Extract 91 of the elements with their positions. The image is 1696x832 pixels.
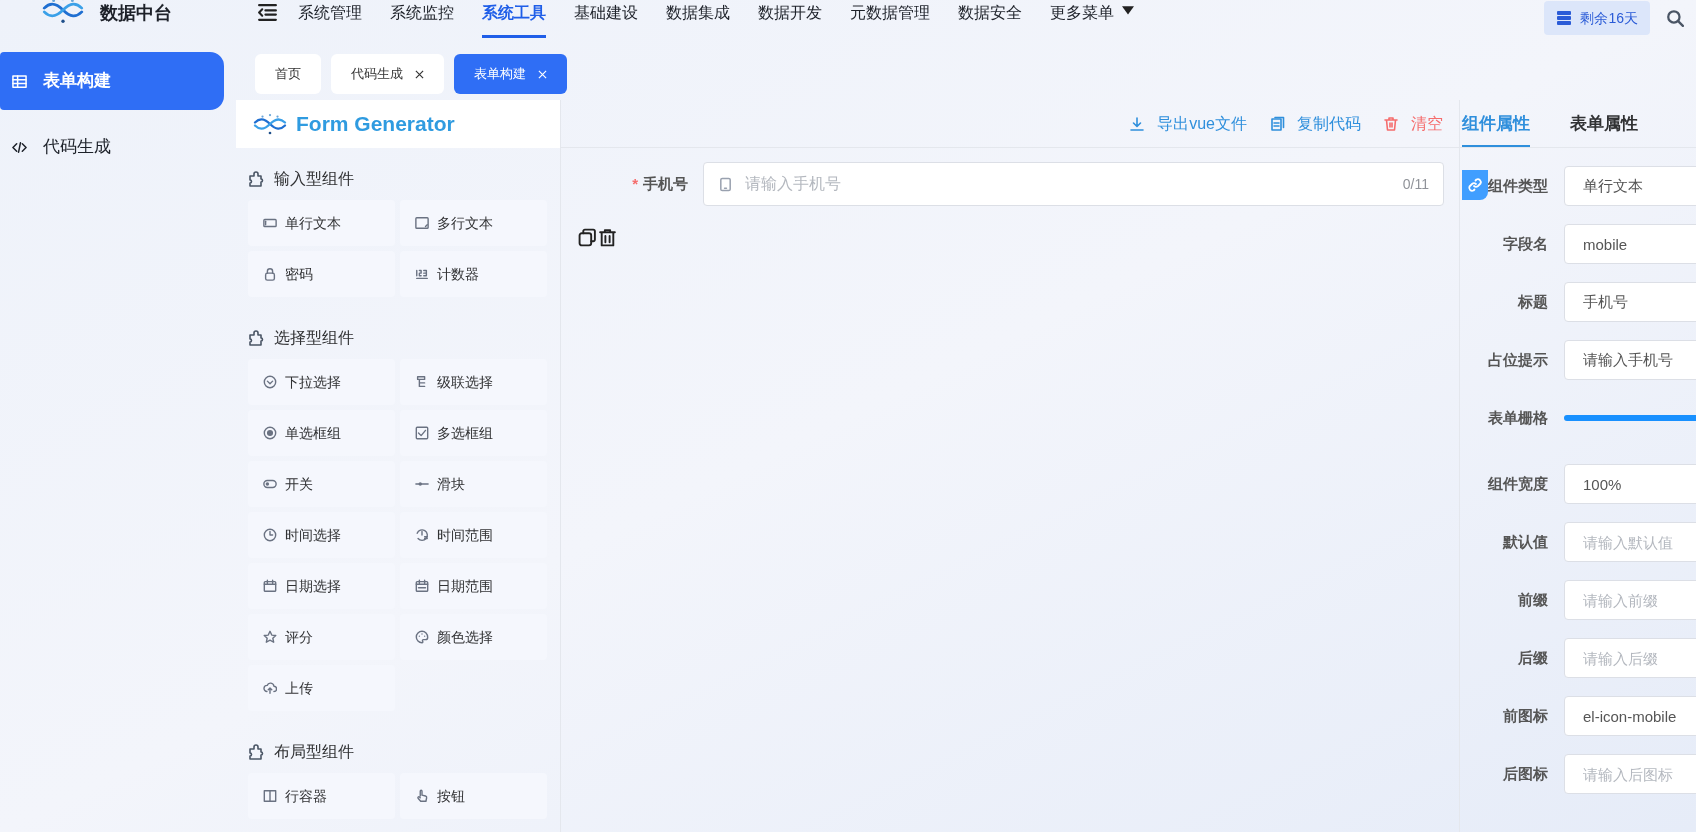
- input-box-icon: [263, 216, 277, 230]
- component-item[interactable]: 级联选择: [400, 359, 547, 405]
- property-label: 后缀: [1518, 647, 1548, 668]
- cloud-upload-icon: [263, 681, 277, 695]
- copy-icon[interactable]: [578, 228, 597, 247]
- puzzle-icon: [248, 170, 266, 188]
- close-icon[interactable]: [415, 69, 424, 79]
- property-label: 默认值: [1503, 531, 1548, 552]
- field-label: 手机号: [643, 173, 688, 194]
- component-item[interactable]: 按钮: [400, 773, 547, 819]
- copy-icon: [1269, 115, 1285, 132]
- palette-title: Form Generator: [296, 111, 455, 138]
- puzzle-icon: [248, 743, 266, 761]
- menu-fold-icon[interactable]: [257, 2, 278, 23]
- star-icon: [263, 630, 277, 644]
- trash-icon: [1383, 115, 1399, 132]
- palette-icon: [415, 630, 429, 644]
- property-label: 前图标: [1503, 705, 1548, 726]
- property-label: 标题: [1518, 291, 1548, 312]
- lock-icon: [263, 267, 277, 281]
- server-icon: [1556, 10, 1573, 26]
- property-label: 表单栅格: [1488, 407, 1548, 428]
- input-field[interactable]: 请输入默认值: [1564, 522, 1696, 562]
- page-tab[interactable]: 代码生成: [331, 54, 444, 94]
- input-field[interactable]: mobile: [1564, 224, 1696, 264]
- phone-input[interactable]: 请输入手机号: [745, 172, 1391, 196]
- group-title: 选择型组件: [274, 328, 354, 348]
- nav-menu-item[interactable]: 元数据管理: [850, 0, 930, 38]
- page-tab[interactable]: 表单构建: [454, 54, 567, 94]
- property-label: 字段名: [1503, 233, 1548, 254]
- columns-icon: [263, 789, 277, 803]
- checkbox-icon: [415, 426, 429, 440]
- page-tab[interactable]: 首页: [255, 54, 321, 94]
- component-item[interactable]: 单行文本: [248, 200, 395, 246]
- property-label: 后图标: [1503, 763, 1548, 784]
- app-title: 数据中台: [100, 1, 172, 25]
- select-field[interactable]: 单行文本: [1564, 166, 1696, 206]
- component-item[interactable]: 密码: [248, 251, 395, 297]
- property-tab[interactable]: 表单属性: [1570, 103, 1638, 147]
- input-field[interactable]: el-icon-mobile: [1564, 696, 1696, 736]
- char-counter: 0/11: [1402, 174, 1429, 194]
- sidebar-item[interactable]: 表单构建: [0, 52, 224, 110]
- table-icon: [12, 73, 27, 89]
- nav-menu-item[interactable]: 系统工具: [482, 0, 546, 38]
- caret-down-icon: [1122, 6, 1134, 16]
- component-item[interactable]: 行容器: [248, 773, 395, 819]
- input-field[interactable]: 手机号: [1564, 282, 1696, 322]
- link-icon: [1467, 177, 1483, 193]
- property-label: 组件宽度: [1488, 473, 1548, 494]
- nav-menu-item[interactable]: 系统监控: [390, 0, 454, 38]
- trash-icon[interactable]: [598, 228, 617, 247]
- mobile-phone-icon: [718, 176, 733, 192]
- input-field[interactable]: 请输入后缀: [1564, 638, 1696, 678]
- radio-icon: [263, 426, 277, 440]
- component-item[interactable]: 下拉选择: [248, 359, 395, 405]
- nav-menu-item[interactable]: 数据集成: [666, 0, 730, 38]
- component-item[interactable]: 开关: [248, 461, 395, 507]
- dropdown-circle-icon: [263, 375, 277, 389]
- code-icon: [12, 139, 27, 155]
- property-label: 前缀: [1518, 589, 1548, 610]
- property-label: 组件类型: [1488, 175, 1548, 196]
- nav-menu-item[interactable]: 更多菜单: [1050, 0, 1134, 38]
- download-icon: [1129, 115, 1146, 132]
- text-area-icon: [415, 216, 429, 230]
- property-label: 占位提示: [1488, 349, 1548, 370]
- group-title: 布局型组件: [274, 742, 354, 762]
- nav-menu-item[interactable]: 基础建设: [574, 0, 638, 38]
- clock-icon: [263, 528, 277, 542]
- calendar-icon: [263, 579, 277, 593]
- required-asterisk: *: [632, 173, 638, 194]
- logo-icon: [252, 111, 288, 137]
- input-field[interactable]: 请输入前缀: [1564, 580, 1696, 620]
- input-field[interactable]: 100%: [1564, 464, 1696, 504]
- group-title: 输入型组件: [274, 169, 354, 189]
- input-field[interactable]: 请输入后图标: [1564, 754, 1696, 794]
- nav-menu-item[interactable]: 系统管理: [298, 0, 362, 38]
- clock-history-icon: [415, 528, 429, 542]
- component-item[interactable]: 单选框组: [248, 410, 395, 456]
- puzzle-icon: [248, 329, 266, 347]
- nav-menu-item[interactable]: 数据开发: [758, 0, 822, 38]
- component-item[interactable]: 多行文本: [400, 200, 547, 246]
- numbers-icon: [415, 267, 429, 281]
- component-item[interactable]: 计数器: [400, 251, 547, 297]
- calendar-range-icon: [415, 579, 429, 593]
- sidebar-item[interactable]: 代码生成: [0, 118, 224, 176]
- toggle-icon: [263, 477, 277, 491]
- search-icon[interactable]: [1666, 9, 1684, 27]
- input-field[interactable]: 请输入手机号: [1564, 340, 1696, 380]
- link-badge[interactable]: [1462, 170, 1488, 200]
- trial-days-text: 剩余16天: [1580, 8, 1638, 28]
- nav-menu-item[interactable]: 数据安全: [958, 0, 1022, 38]
